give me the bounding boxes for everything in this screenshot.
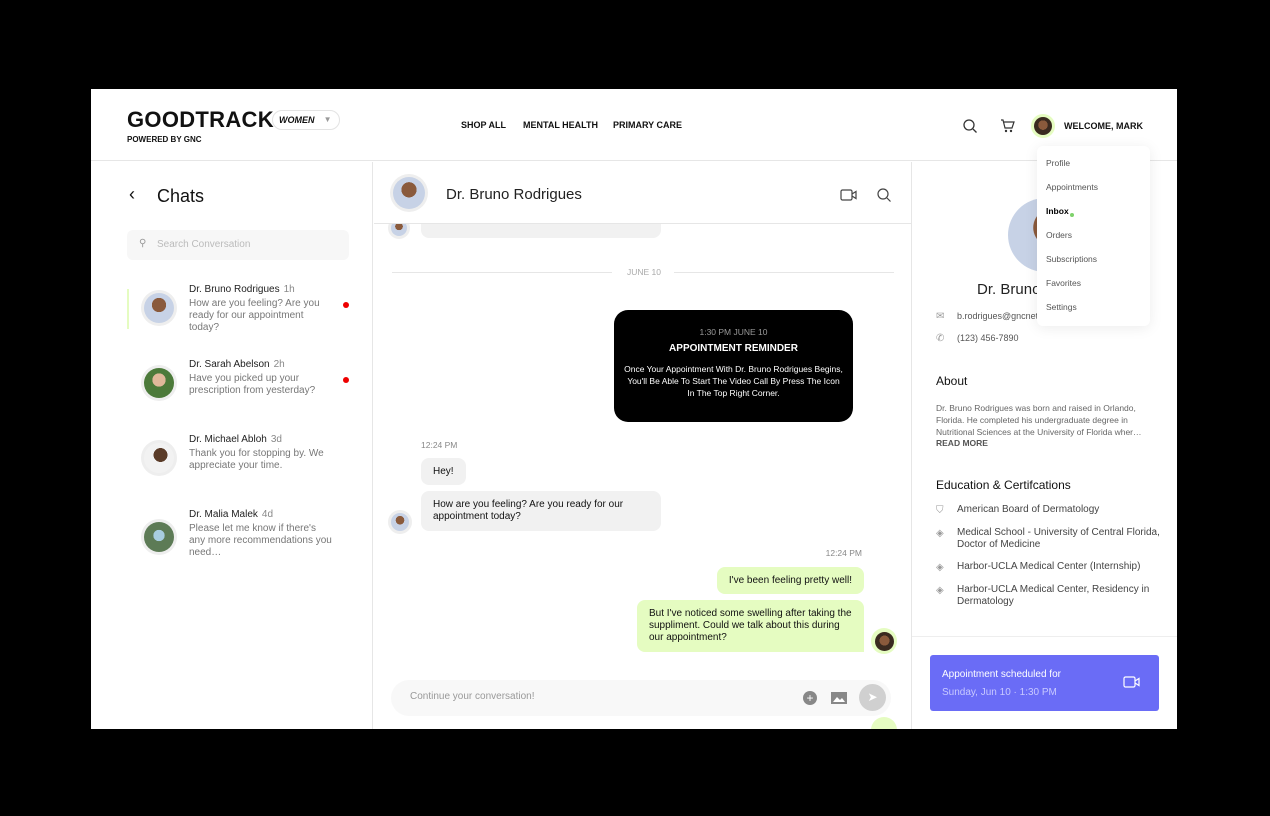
- education-item: Harbor-UCLA Medical Center, Residency in…: [957, 584, 1150, 607]
- appointment-when: Sunday, Jun 10 · 1:30 PM: [942, 687, 1057, 698]
- user-avatar: [871, 628, 897, 654]
- menu-item-settings[interactable]: Settings: [1046, 302, 1077, 312]
- input-placeholder: Continue your conversation!: [410, 691, 535, 702]
- message-bubble: Hey!: [421, 458, 466, 485]
- conversation-preview: How are you feeling? Are you ready for o…: [189, 298, 320, 333]
- chevron-down-icon: ▼: [323, 115, 332, 124]
- cart-icon[interactable]: [1000, 119, 1015, 133]
- conversation-name: Dr. Michael Abloh 3d: [189, 434, 282, 445]
- nav-shop-all[interactable]: SHOP ALL: [461, 120, 506, 130]
- menu-item-profile[interactable]: Profile: [1046, 158, 1070, 168]
- message-bubble: How are you feeling? Are you ready for o…: [421, 491, 661, 531]
- menu-item-favorites[interactable]: Favorites: [1046, 278, 1081, 288]
- graduation-cap-icon: ◈: [936, 562, 944, 573]
- top-header: GOODTRACK POWERED BY GNC WOMEN ▼ SHOP ALL…: [91, 89, 1177, 161]
- active-dot: [1070, 213, 1074, 217]
- doctor-avatar[interactable]: [390, 174, 428, 212]
- divider: [912, 636, 1177, 637]
- reminder-title: APPOINTMENT REMINDER: [669, 343, 798, 354]
- chats-panel: ‹ Chats ⚲ Search Conversation Dr. Bruno R…: [91, 162, 373, 729]
- appointment-label: Appointment scheduled for: [942, 669, 1061, 680]
- chat-panel: appointment tomorrow. Dr. Bruno Rodrigue…: [374, 162, 911, 729]
- graduation-cap-icon: ◈: [936, 528, 944, 539]
- conversation-item[interactable]: Dr. Bruno Rodrigues 1h How are you feelin…: [127, 284, 357, 344]
- user-avatar: [871, 717, 897, 729]
- nav-mental-health[interactable]: MENTAL HEALTH: [523, 120, 598, 130]
- search-icon[interactable]: [963, 119, 977, 133]
- app-window: GOODTRACK POWERED BY GNC WOMEN ▼ SHOP ALL…: [91, 89, 1177, 729]
- message-bubble: I've been feeling pretty well!: [716, 567, 864, 594]
- email-icon: ✉: [936, 311, 945, 322]
- phone-icon: ✆: [936, 333, 945, 344]
- conversation-item[interactable]: Dr. Sarah Abelson 2h Have you picked up y…: [127, 359, 357, 419]
- menu-item-appointments[interactable]: Appointments: [1046, 182, 1098, 192]
- segment-dropdown[interactable]: WOMEN ▼: [272, 110, 340, 130]
- conversation-name: Dr. Bruno Rodrigues 1h: [189, 284, 295, 295]
- nav-primary-care[interactable]: PRIMARY CARE: [613, 120, 682, 130]
- user-avatar[interactable]: [1031, 114, 1055, 138]
- chat-title: Dr. Bruno Rodrigues: [446, 186, 582, 203]
- graduation-cap-icon: ◈: [936, 585, 944, 596]
- add-attachment-icon[interactable]: +: [803, 691, 817, 705]
- avatar: [141, 519, 177, 555]
- search-icon: ⚲: [139, 238, 147, 249]
- search-placeholder: Search Conversation: [157, 239, 251, 250]
- welcome-text[interactable]: WELCOME, MARK: [1064, 121, 1143, 131]
- menu-item-subscriptions[interactable]: Subscriptions: [1046, 254, 1097, 264]
- search-icon[interactable]: [877, 188, 891, 202]
- message-time: 12:24 PM: [421, 440, 458, 450]
- about-text: Dr. Bruno Rodrigues was born and raised …: [936, 403, 1142, 437]
- reminder-time: 1:30 PM JUNE 10: [699, 327, 768, 337]
- conversation-item[interactable]: Dr. Malia Malek 4d Please let me know if …: [127, 509, 357, 569]
- powered-by: POWERED BY GNC: [127, 135, 202, 144]
- chats-title: Chats: [157, 186, 205, 206]
- menu-item-orders[interactable]: Orders: [1046, 230, 1072, 240]
- unread-dot: [343, 377, 349, 383]
- appointment-reminder-card: 1:30 PM JUNE 10 APPOINTMENT REMINDER Onc…: [614, 310, 853, 422]
- video-call-icon[interactable]: [1123, 676, 1140, 688]
- back-icon[interactable]: ‹: [129, 184, 135, 205]
- divider: [674, 272, 894, 273]
- conversation-preview: Thank you for stopping by. We appreciate…: [189, 448, 324, 471]
- avatar: [141, 365, 177, 401]
- read-more-link[interactable]: READ MORE: [936, 438, 988, 448]
- education-item: Harbor-UCLA Medical Center (Internship): [957, 561, 1141, 572]
- search-conversation-input[interactable]: ⚲ Search Conversation: [127, 230, 349, 260]
- reminder-body: Once Your Appointment With Dr. Bruno Rod…: [624, 364, 843, 398]
- education-item: Medical School - University of Central F…: [957, 527, 1160, 550]
- logo[interactable]: GOODTRACK: [127, 107, 274, 133]
- user-dropdown-menu: Profile Appointments Inbox Orders Subscr…: [1037, 146, 1150, 326]
- appointment-banner[interactable]: Appointment scheduled for Sunday, Jun 10…: [930, 655, 1159, 711]
- message-time: 12:24 PM: [825, 548, 862, 558]
- conversation-preview: Please let me know if there's any more r…: [189, 523, 332, 558]
- doctor-avatar: [388, 510, 412, 534]
- menu-item-inbox[interactable]: Inbox: [1046, 206, 1069, 216]
- education-title: Education & Certifcations: [936, 478, 1071, 492]
- chat-header: Dr. Bruno Rodrigues: [374, 162, 911, 224]
- segment-label: WOMEN: [279, 115, 315, 125]
- conversation-item[interactable]: Dr. Michael Abloh 3d Thank you for stoppi…: [127, 434, 357, 494]
- doctor-phone[interactable]: (123) 456-7890: [957, 333, 1019, 343]
- education-item: American Board of Dermatology: [957, 504, 1100, 515]
- about-title: About: [936, 374, 968, 388]
- send-button[interactable]: ➤: [859, 684, 886, 711]
- date-divider: JUNE 10: [626, 267, 661, 277]
- conversation-name: Dr. Malia Malek 4d: [189, 509, 274, 520]
- message-input[interactable]: Continue your conversation! + ➤: [391, 680, 891, 716]
- video-call-icon[interactable]: [840, 189, 857, 201]
- unread-dot: [343, 302, 349, 308]
- divider: [392, 272, 612, 273]
- shield-check-icon: ⛉: [936, 505, 944, 516]
- conversation-preview: Have you picked up your prescription fro…: [189, 373, 316, 396]
- message-bubble: But I've noticed some swelling after tak…: [637, 600, 864, 652]
- avatar: [141, 440, 177, 476]
- conversation-name: Dr. Sarah Abelson 2h: [189, 359, 285, 370]
- avatar: [141, 290, 177, 326]
- image-icon[interactable]: [831, 692, 847, 704]
